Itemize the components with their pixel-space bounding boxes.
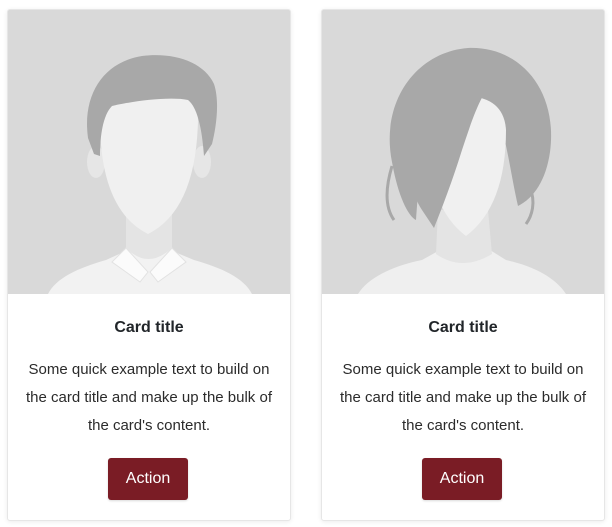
card-text: Some quick example text to build on the … (26, 361, 272, 434)
card-title: Card title (428, 319, 498, 336)
card-title: Card title (114, 319, 184, 336)
action-button[interactable]: Action (422, 458, 502, 500)
card-2: Card title Some quick example text to bu… (321, 9, 605, 521)
female-avatar-icon (322, 10, 604, 294)
card-text: Some quick example text to build on the … (340, 361, 586, 434)
card-1: Card title Some quick example text to bu… (7, 9, 291, 521)
action-button[interactable]: Action (108, 458, 188, 500)
card-1-image (8, 10, 290, 294)
male-avatar-icon (8, 10, 290, 294)
card-2-image (322, 10, 604, 294)
